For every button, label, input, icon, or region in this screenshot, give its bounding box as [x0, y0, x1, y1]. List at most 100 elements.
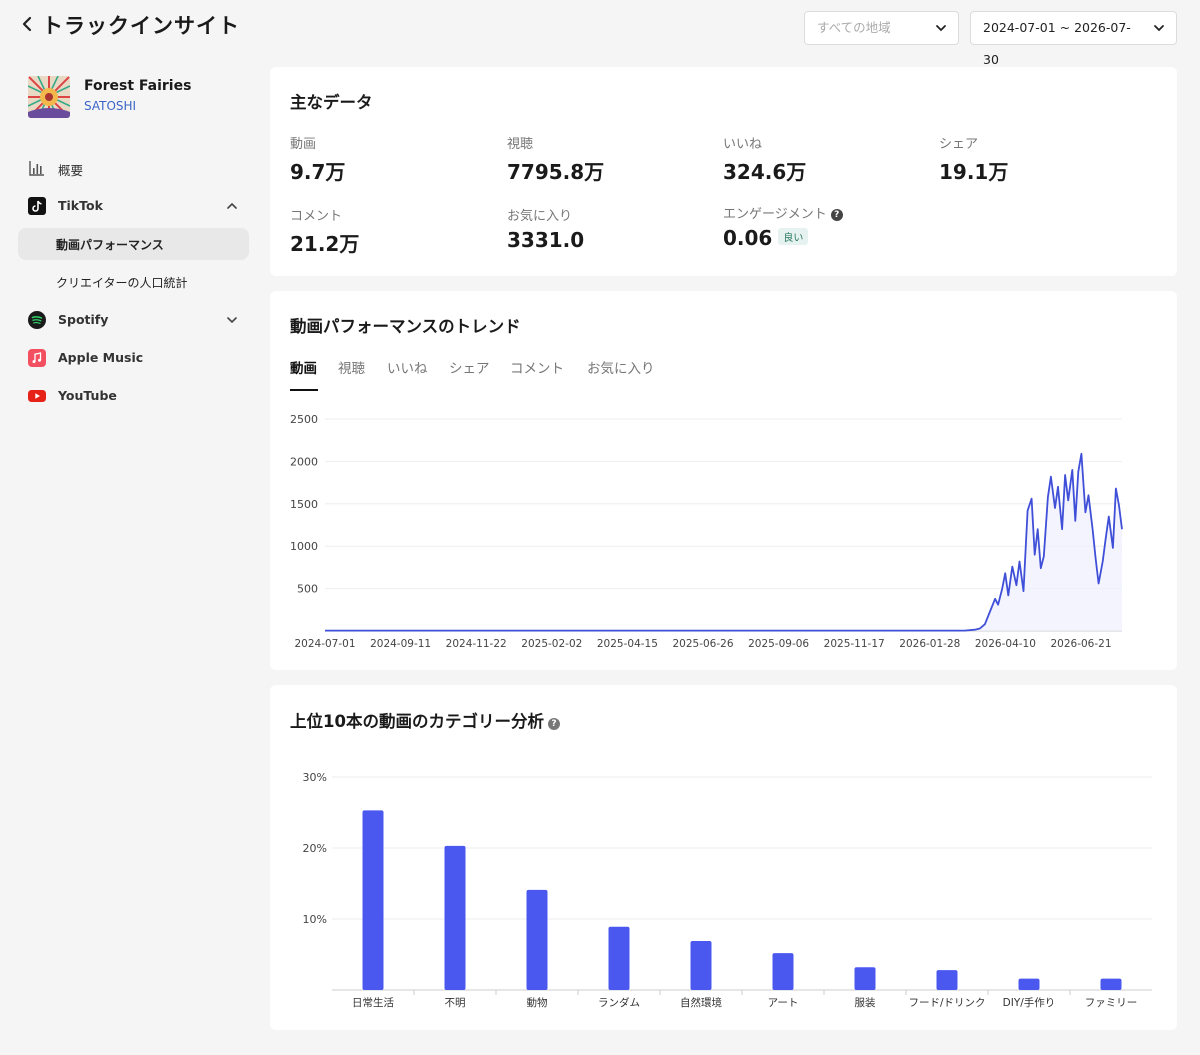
date-range-value: 2024-07-01 ~ 2026-07-30	[983, 20, 1131, 67]
kpi-value: 19.1万	[939, 160, 1009, 184]
bar	[1018, 978, 1040, 990]
track-artist[interactable]: SATOSHI	[84, 99, 136, 113]
sidebar-subitem-creator-demographics[interactable]: クリエイターの人口統計	[18, 266, 249, 298]
category-label: フード/ドリンク	[908, 997, 985, 1009]
track-title: Forest Fairies	[84, 78, 192, 94]
y-tick-label: 2000	[290, 455, 318, 468]
page-title: トラックインサイト	[42, 14, 240, 38]
chevron-down-icon	[1154, 25, 1164, 32]
x-tick-label: 2025-11-17	[824, 638, 885, 650]
bar	[1100, 978, 1122, 990]
chevron-up-icon	[227, 202, 237, 209]
kpi-label: お気に入り	[507, 209, 573, 224]
bar-chart-icon	[29, 161, 44, 176]
kpi-comments: コメント 21.2万	[290, 205, 359, 257]
album-cover	[28, 76, 70, 118]
engagement-badge: 良い	[778, 228, 809, 245]
kpi-favorites: お気に入り 3331.0	[507, 205, 584, 252]
category-label: 日常生活	[352, 996, 394, 1009]
category-card: 上位10本の動画のカテゴリー分析? 10% 20% 30% 日常生活 不明 動物 ランダム自…	[270, 685, 1177, 1030]
top-bar: トラックインサイト すべての地域 2024-07-01 ~ 2026-07-30	[0, 0, 1200, 67]
sidebar-item-tiktok[interactable]: TikTok	[18, 190, 249, 222]
kpi-videos: 動画 9.7万	[290, 133, 345, 185]
help-icon[interactable]: ?	[830, 209, 843, 221]
kpi-label: エンゲージメント	[723, 207, 827, 222]
kpi-label: いいね	[723, 137, 763, 152]
kpi-engagement: エンゲージメント? 0.06 良い	[723, 203, 843, 250]
sidebar-item-label: YouTube	[58, 388, 117, 403]
bar	[854, 967, 876, 990]
category-label: DIY/手作り	[1003, 996, 1056, 1009]
bar	[444, 845, 466, 990]
sidebar-item-label: 概要	[58, 163, 84, 178]
bar	[772, 953, 794, 990]
chevron-down-icon	[227, 317, 237, 324]
bar	[690, 941, 712, 990]
kpi-label: シェア	[939, 137, 979, 152]
kpi-label: コメント	[290, 209, 343, 224]
key-data-card: 主なデータ 動画 9.7万 視聴 7795.8万 いいね 324.6万 シェア …	[270, 67, 1177, 276]
kpi-value: 9.7万	[290, 160, 346, 184]
kpi-label: 動画	[290, 137, 317, 152]
kpi-shares: シェア 19.1万	[939, 133, 1008, 185]
sidebar-item-overview[interactable]: 概要	[18, 152, 249, 184]
y-tick-label: 1000	[290, 540, 318, 553]
series-area	[325, 453, 1122, 631]
y-tick-label: 10%	[303, 913, 327, 926]
x-tick-label: 2026-01-28	[899, 638, 960, 650]
bar	[526, 889, 548, 990]
kpi-value: 3331.0	[507, 228, 585, 252]
spotify-icon	[28, 311, 46, 329]
category-label: 動物	[527, 996, 548, 1009]
sidebar-item-label: TikTok	[58, 198, 103, 213]
youtube-icon	[28, 390, 46, 402]
kpi-label: 視聴	[507, 137, 534, 152]
back-chevron-icon[interactable]	[20, 14, 36, 34]
sidebar-item-youtube[interactable]: YouTube	[18, 380, 249, 412]
sidebar-item-label: Spotify	[58, 312, 109, 327]
x-tick-label: 2024-09-11	[370, 638, 431, 650]
y-tick-label: 2500	[290, 413, 318, 426]
x-tick-label: 2025-04-15	[597, 638, 658, 650]
y-tick-label: 1500	[290, 498, 318, 511]
x-tick-label: 2025-06-26	[672, 638, 733, 650]
category-label: ファミリー	[1085, 997, 1138, 1009]
category-label: 自然環境	[680, 996, 722, 1009]
region-select[interactable]: すべての地域	[804, 11, 959, 45]
kpi-value: 0.06	[723, 226, 773, 250]
apple-music-icon	[28, 349, 46, 367]
trend-line-chart: 500 1000 1500 2000 2500 2024-07-01 2024-09-11 2…	[290, 413, 1123, 650]
date-range-select[interactable]: 2024-07-01 ~ 2026-07-30	[970, 11, 1177, 67]
category-label: アート	[768, 997, 799, 1009]
chevron-down-icon	[936, 25, 946, 32]
category-label: ランダム	[598, 996, 640, 1009]
track-info: Forest Fairies SATOSHI	[28, 76, 258, 120]
y-tick-label: 30%	[303, 771, 327, 784]
kpi-value: 324.6万	[723, 160, 807, 184]
category-label: 服装	[855, 996, 876, 1009]
x-tick-label: 2026-06-21	[1050, 638, 1111, 650]
category-bar-chart: 10% 20% 30% 日常生活 不明 動物 ランダム 自然環境 アート 服装 フード/ドリンク DI…	[303, 771, 1152, 1009]
x-tick-label: 2024-07-01	[294, 638, 355, 650]
x-tick-label: 2025-02-02	[521, 638, 582, 650]
bar	[608, 926, 630, 990]
sidebar-item-spotify[interactable]: Spotify	[18, 304, 249, 336]
sidebar-item-apple-music[interactable]: Apple Music	[18, 342, 249, 374]
sidebar-item-label: Apple Music	[58, 350, 144, 365]
y-tick-label: 500	[297, 583, 318, 596]
bar	[936, 970, 958, 990]
tiktok-icon	[28, 197, 46, 215]
kpi-value: 21.2万	[290, 232, 360, 256]
sidebar-subitem-video-performance[interactable]: 動画パフォーマンス	[18, 228, 249, 260]
kpi-likes: いいね 324.6万	[723, 133, 806, 185]
x-tick-label: 2024-11-22	[446, 638, 507, 650]
x-tick-label: 2025-09-06	[748, 638, 809, 650]
kpi-views: 視聴 7795.8万	[507, 133, 604, 185]
region-select-placeholder: すべての地域	[817, 20, 891, 35]
sidebar-subitem-label: クリエイターの人口統計	[56, 276, 188, 290]
bar	[362, 810, 384, 990]
category-label: 不明	[445, 997, 466, 1009]
y-tick-label: 20%	[303, 842, 327, 855]
x-tick-label: 2026-04-10	[975, 638, 1036, 650]
kpi-value: 7795.8万	[507, 160, 605, 184]
